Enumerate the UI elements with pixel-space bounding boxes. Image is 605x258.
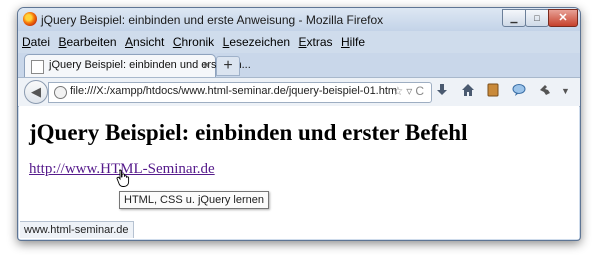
status-bar: www.html-seminar.de	[20, 221, 134, 238]
chat-icon[interactable]	[512, 83, 526, 100]
menu-item-lesezeichen[interactable]: Lesezeichen	[223, 31, 290, 53]
url-text[interactable]: file:///X:/xampp/htdocs/www.html-seminar…	[70, 85, 397, 97]
close-window-button[interactable]: ✕	[548, 9, 578, 27]
tab-strip: jQuery Beispiel: einbinden und erste An.…	[18, 53, 580, 77]
tab-active[interactable]: jQuery Beispiel: einbinden und erste An.…	[24, 54, 251, 77]
menu-item-ansicht[interactable]: Ansicht	[125, 31, 164, 53]
window-title: jQuery Beispiel: einbinden und erste Anw…	[41, 13, 384, 27]
minimize-button[interactable]: ▁	[502, 9, 526, 27]
menu-bar: Datei Bearbeiten Ansicht Chronik Lesezei…	[18, 31, 580, 53]
page-content: jQuery Beispiel: einbinden und erster Be…	[19, 106, 579, 239]
firefox-logo-icon	[23, 12, 37, 26]
link-tooltip: HTML, CSS u. jQuery lernen	[119, 191, 269, 209]
menu-item-hilfe[interactable]: Hilfe	[341, 31, 365, 53]
page-heading: jQuery Beispiel: einbinden und erster Be…	[29, 120, 468, 145]
title-bar[interactable]: jQuery Beispiel: einbinden und erste Anw…	[18, 8, 580, 31]
page-favicon-icon	[31, 60, 44, 74]
new-tab-button[interactable]: +	[216, 56, 240, 76]
addon-icon[interactable]	[538, 83, 552, 100]
home-icon[interactable]	[461, 83, 475, 100]
navigation-bar: ◀ file:///X:/xampp/htdocs/www.html-semin…	[18, 77, 580, 107]
browser-window: jQuery Beispiel: einbinden und erste Anw…	[17, 7, 581, 241]
menu-item-extras[interactable]: Extras	[299, 31, 333, 53]
back-button[interactable]: ◀	[24, 80, 48, 104]
bookmarks-icon[interactable]	[487, 83, 499, 100]
tab-close-icon[interactable]: ×	[203, 58, 210, 72]
menu-icon[interactable]: ▼	[561, 86, 570, 96]
url-bar[interactable]: file:///X:/xampp/htdocs/www.html-seminar…	[48, 82, 432, 103]
site-identity-icon[interactable]	[54, 86, 67, 99]
menu-item-chronik[interactable]: Chronik	[173, 31, 214, 53]
maximize-button[interactable]: □	[525, 9, 549, 27]
menu-item-datei[interactable]: Datei	[22, 31, 50, 53]
download-icon[interactable]	[436, 83, 448, 100]
menu-item-bearbeiten[interactable]: Bearbeiten	[58, 31, 116, 53]
hand-cursor-icon	[116, 169, 130, 187]
url-bar-actions-icon[interactable]: ☆▿C	[393, 84, 427, 98]
